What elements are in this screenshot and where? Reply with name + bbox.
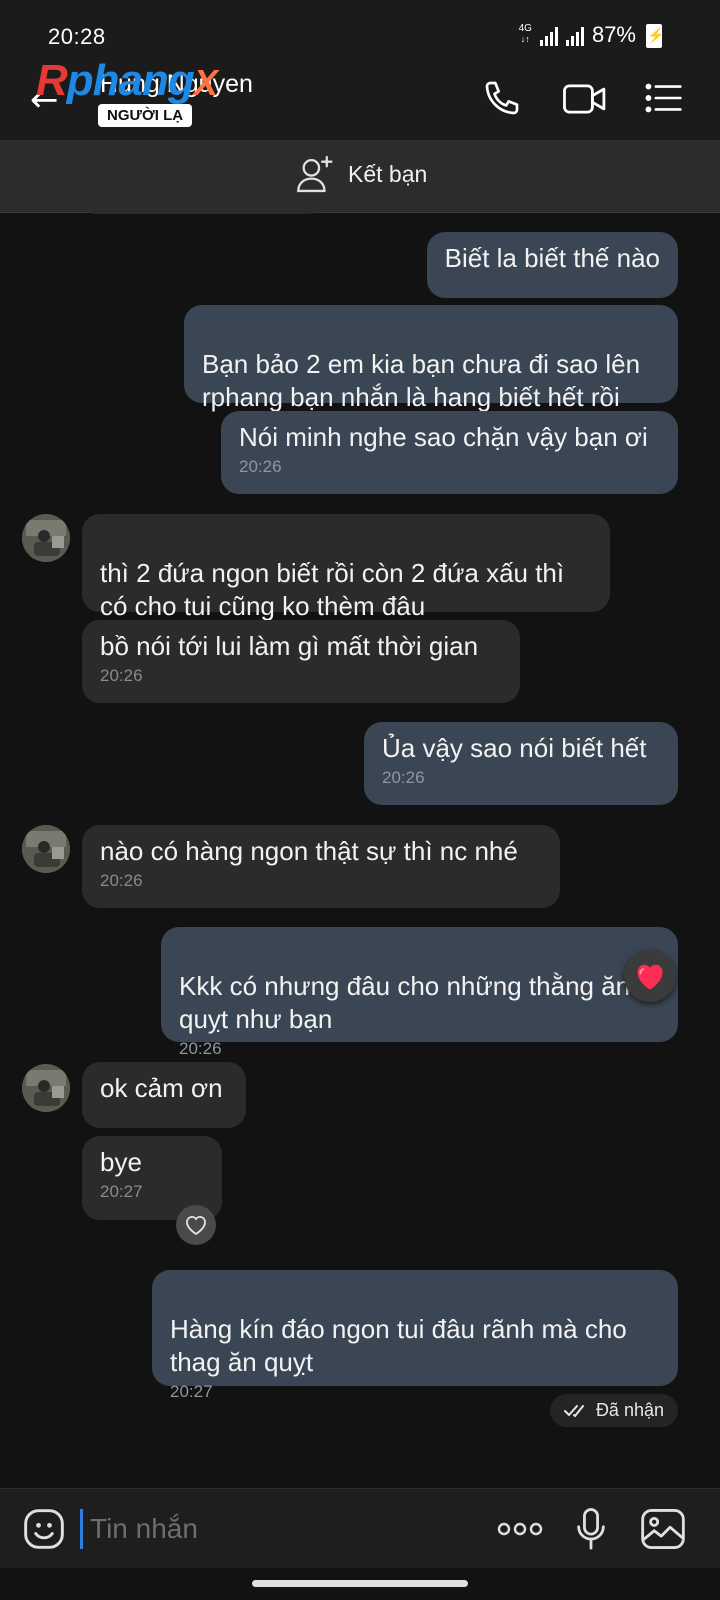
status-time: 20:28 (48, 24, 106, 49)
network-indicator: 4G ↓↑ (518, 23, 532, 45)
message-text: Biết la biết thế nào (444, 243, 660, 273)
message-time: 20:27 (100, 1182, 143, 1201)
watermark-mid: phang (66, 56, 195, 105)
double-check-icon (563, 1404, 584, 1417)
text-cursor (80, 1509, 83, 1549)
contact-avatar[interactable] (22, 825, 70, 873)
message-bubble-sent[interactable]: Hàng kín đáo ngon tui đâu rãnh mà cho th… (152, 1270, 678, 1401)
message-text: thì 2 đứa ngon biết rồi còn 2 đứa xấu th… (100, 558, 565, 621)
message-bubble-sent[interactable]: Nói minh nghe sao chặn vậy bạn ơi 20:26 (221, 411, 678, 494)
message-input[interactable] (88, 1505, 472, 1553)
network-type: 4G (518, 23, 532, 34)
system-nav-bar (0, 1568, 720, 1600)
add-friend-bar: Kết bạn (0, 140, 720, 213)
more-icon[interactable] (496, 1519, 544, 1543)
add-person-icon (297, 155, 333, 193)
message-bubble-received[interactable]: bồ nói tới lui làm gì mất thời gian 20:2… (82, 620, 520, 703)
heart-outline-icon[interactable] (176, 1205, 216, 1245)
battery-icon (646, 24, 664, 48)
message-bubble-sent[interactable]: Kkk có nhưng đâu cho những thằng ăn quỵt… (161, 927, 678, 1058)
microphone-icon[interactable] (574, 1507, 608, 1557)
delivery-status-text: Đã nhận (595, 1400, 664, 1420)
home-gesture-handle[interactable] (252, 1580, 468, 1587)
phone-icon[interactable] (482, 78, 522, 122)
message-time: 20:26 (179, 1039, 222, 1058)
message-text: ok cảm ơn (100, 1073, 223, 1103)
menu-list-icon[interactable] (644, 80, 684, 120)
signal-icon (539, 26, 558, 46)
message-list[interactable]: Biết la biết thế nào Bạn bảo 2 em kia bạ… (0, 212, 720, 1488)
message-bubble-sent[interactable]: Ủa vậy sao nói biết hết 20:26 (364, 722, 678, 805)
message-time: 20:26 (100, 666, 143, 685)
chat-header: ← Hung Nguyen RphangX NGƯỜI LẠ (0, 56, 720, 140)
message-text: Bạn bảo 2 em kia bạn chưa đi sao lên rph… (202, 349, 641, 412)
message-composer (0, 1488, 720, 1569)
message-time: 20:26 (100, 871, 143, 890)
message-text: nào có hàng ngon thật sự thì nc nhé (100, 836, 518, 866)
contact-avatar[interactable] (22, 1064, 70, 1112)
message-text: bồ nói tới lui làm gì mất thời gian (100, 631, 479, 661)
message-bubble-received[interactable]: nào có hàng ngon thật sự thì nc nhé 20:2… (82, 825, 560, 908)
watermark-prefix: R (36, 56, 68, 105)
contact-avatar[interactable] (22, 514, 70, 562)
message-bubble-received[interactable]: thì 2 đứa ngon biết rồi còn 2 đứa xấu th… (82, 514, 610, 621)
message-bubble-sent[interactable]: Bạn bảo 2 em kia bạn chưa đi sao lên rph… (184, 305, 678, 412)
message-time: 20:26 (382, 768, 425, 787)
status-indicators: 4G ↓↑ 87% (518, 22, 664, 48)
video-call-icon[interactable] (562, 80, 608, 122)
message-time: 20:26 (239, 457, 282, 476)
message-bubble-sent[interactable]: Biết la biết thế nào (426, 232, 678, 298)
message-text: Ủa vậy sao nói biết hết (382, 733, 647, 763)
message-text: Nói minh nghe sao chặn vậy bạn ơi (239, 422, 648, 452)
message-bubble-received[interactable]: ok cảm ơn (82, 1062, 246, 1128)
status-bar: 20:28 4G ↓↑ 87% (0, 0, 720, 58)
data-arrows-icon: ↓↑ (520, 34, 530, 44)
message-text: bye (100, 1147, 142, 1177)
battery-percent: 87% (591, 22, 636, 47)
heart-reaction-icon[interactable] (624, 950, 676, 1002)
message-text: Hàng kín đáo ngon tui đâu rãnh mà cho th… (170, 1314, 627, 1377)
emoji-icon[interactable] (22, 1507, 66, 1555)
add-friend-button[interactable]: Kết bạn (296, 154, 427, 194)
message-text: Kkk có nhưng đâu cho những thằng ăn quỵt… (179, 971, 631, 1034)
partial-message (82, 212, 322, 214)
image-icon[interactable] (640, 1507, 686, 1555)
delivery-status-badge: Đã nhận (549, 1394, 678, 1427)
signal-icon-2 (565, 26, 584, 46)
watermark-suffix: X (193, 62, 218, 103)
add-friend-label: Kết bạn (348, 160, 428, 187)
watermark-logo: RphangX (36, 56, 218, 106)
stranger-badge: NGƯỜI LẠ (98, 104, 193, 127)
